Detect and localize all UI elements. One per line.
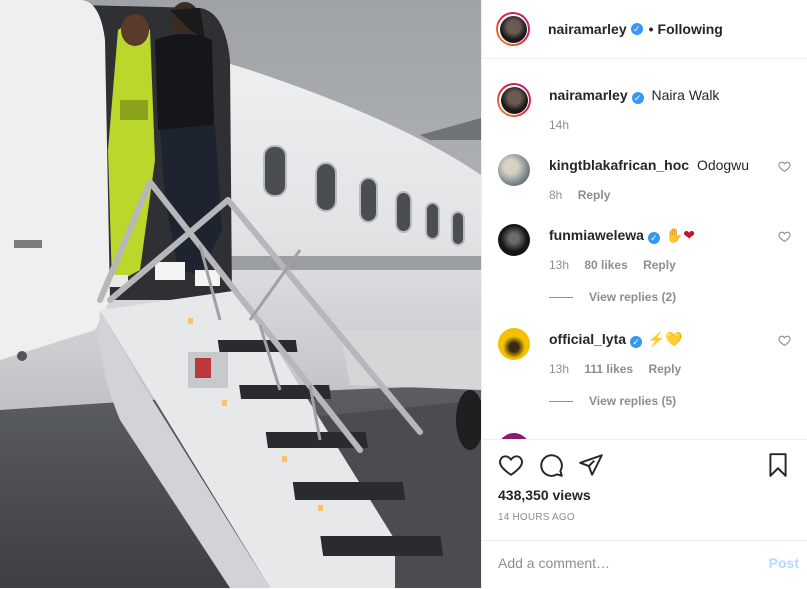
comment-likes[interactable]: 111 likes [584,362,633,376]
reply-button[interactable]: Reply [643,258,676,272]
add-comment-bar: Add a comment… Post [482,540,807,589]
header-separator: • [648,21,654,37]
bookmark-icon[interactable] [765,452,791,478]
heart-icon[interactable] [778,160,791,173]
comment-likes[interactable]: 80 likes [584,258,627,272]
comments-list[interactable]: nairamarley ✓ Naira Walk 14h kingtblakafr… [482,59,807,439]
comment-text: ✋❤ [665,227,695,243]
view-replies-button[interactable]: View replies (2) [549,290,676,304]
heart-icon[interactable] [498,452,524,478]
view-replies-label[interactable]: View replies (2) [589,290,676,304]
comment-username[interactable]: funmiawelewa [549,227,644,243]
reply-button[interactable]: Reply [648,362,681,376]
view-replies-label[interactable]: View replies (5) [589,394,676,408]
comment-avatar[interactable] [498,154,530,186]
reply-button[interactable]: Reply [578,188,611,202]
verified-badge-icon: ✓ [631,92,644,104]
post-header: nairamarley ✓ • Following [482,0,807,59]
view-count[interactable]: 438,350 views [498,487,591,503]
post-details-panel: nairamarley ✓ • Following nairamarley ✓ N… [481,0,807,588]
comment-time[interactable]: 8h [549,188,562,202]
following-button[interactable]: Following [658,21,723,37]
author-avatar[interactable] [496,12,530,46]
heart-icon[interactable] [778,230,791,243]
caption-time[interactable]: 14h [549,118,569,132]
caption-text: Naira Walk [651,87,720,103]
post-viewer: nairamarley ✓ • Following nairamarley ✓ N… [0,0,807,588]
comment-icon[interactable] [538,452,564,478]
author-username[interactable]: nairamarley [548,21,627,37]
view-replies-button[interactable]: View replies (5) [549,394,676,408]
add-comment-input[interactable]: Add a comment… [498,555,610,571]
comment-avatar[interactable] [498,328,530,360]
comment-username[interactable]: official_lyta [549,331,626,347]
post-actions: 438,350 views 14 HOURS AGO [482,439,807,530]
comment-avatar[interactable] [498,224,530,256]
share-icon[interactable] [578,452,604,478]
heart-icon[interactable] [778,334,791,347]
post-timestamp[interactable]: 14 HOURS AGO [498,512,575,523]
replies-divider [549,400,573,402]
verified-badge-icon: ✓ [647,232,660,244]
comment-username[interactable]: kingtblakafrican_hoc [549,157,689,173]
caption-username[interactable]: nairamarley [549,87,628,103]
comment-text: ⚡💛 [647,331,683,347]
post-comment-button[interactable]: Post [769,555,799,571]
verified-badge-icon: ✓ [630,336,643,348]
comment-time[interactable]: 13h [549,362,569,376]
replies-divider [549,296,573,298]
comment-time[interactable]: 13h [549,258,569,272]
video-frame-image [0,0,481,588]
post-video[interactable] [0,0,481,588]
caption-avatar[interactable] [497,83,531,117]
verified-badge-icon: ✓ [630,23,643,35]
comment-text: Odogwu [696,157,750,173]
